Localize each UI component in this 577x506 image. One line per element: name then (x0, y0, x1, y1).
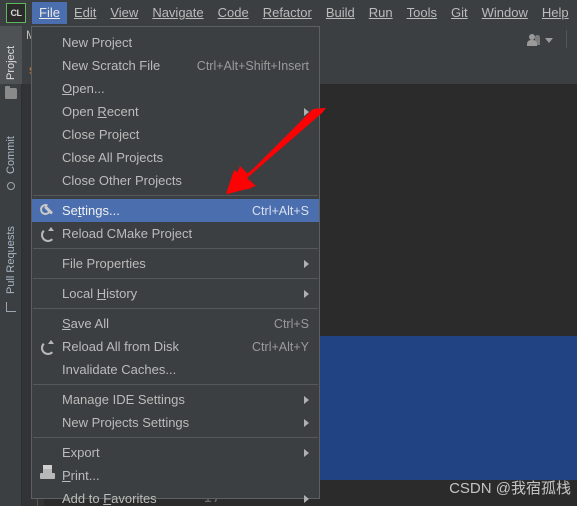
menubar-label-tools: Tools (406, 5, 437, 20)
menu-item-file-properties[interactable]: File Properties (32, 252, 319, 275)
menubar-label-run: Run (368, 5, 393, 20)
menu-label: Reload CMake Project (62, 226, 193, 241)
submenu-arrow-icon (304, 289, 309, 298)
menu-label: Local History (62, 286, 138, 301)
menu-separator (33, 195, 318, 196)
menubar-item-help[interactable]: Help (535, 2, 576, 24)
sidebar-item-project[interactable]: Project (0, 26, 22, 84)
menu-accelerator: Ctrl+Alt+Y (252, 339, 309, 354)
menu-separator (33, 278, 318, 279)
avatar-icon (527, 34, 541, 46)
menu-item-add-to-favorites[interactable]: Add to Favorites (32, 487, 319, 506)
menubar-label-navigate: Navigate (152, 5, 204, 20)
menubar-item-run[interactable]: Run (362, 2, 400, 24)
folder-icon (5, 86, 17, 99)
header-divider (566, 30, 567, 48)
menu-item-reload-cmake-project[interactable]: Reload CMake Project (32, 222, 319, 245)
menu-label: New Projects Settings (62, 415, 190, 430)
menubar-item-git[interactable]: Git (444, 2, 475, 24)
menu-item-manage-ide-settings[interactable]: Manage IDE Settings (32, 388, 319, 411)
menu-label: Invalidate Caches... (62, 362, 177, 377)
menu-label: Reload All from Disk (62, 339, 180, 354)
menubar-label-refactor: Refactor (262, 5, 312, 20)
menubar-label-git: Git (450, 5, 468, 20)
menubar-label-build: Build (325, 5, 355, 20)
menu-label: Print... (62, 468, 100, 483)
menu-item-new-projects-settings[interactable]: New Projects Settings (32, 411, 319, 434)
menu-item-reload-all-from-disk[interactable]: Reload All from Disk Ctrl+Alt+Y (32, 335, 319, 358)
submenu-arrow-icon (304, 418, 309, 427)
sidebar-label-commit: Commit (5, 136, 17, 174)
menu-item-close-other-projects[interactable]: Close Other Projects (32, 169, 319, 192)
commit-icon (7, 182, 15, 190)
menu-separator (33, 248, 318, 249)
submenu-arrow-icon (304, 494, 309, 503)
menu-label: Save All (62, 316, 109, 331)
menu-item-local-history[interactable]: Local History (32, 282, 319, 305)
menu-label: New Project (62, 35, 133, 50)
menu-item-invalidate-caches[interactable]: Invalidate Caches... (32, 358, 319, 381)
menu-accelerator: Ctrl+Alt+S (252, 203, 309, 218)
submenu-arrow-icon (304, 448, 309, 457)
menubar-item-build[interactable]: Build (319, 2, 362, 24)
menu-item-close-project[interactable]: Close Project (32, 123, 319, 146)
menubar-item-navigate[interactable]: Navigate (145, 2, 210, 24)
menu-item-new-project[interactable]: New Project (32, 31, 319, 54)
pull-request-icon (6, 302, 16, 312)
menubar-item-edit[interactable]: Edit (67, 2, 103, 24)
menu-label: Open... (62, 81, 105, 96)
menu-label: Add to Favorites (62, 491, 157, 506)
menubar-label-code: Code (217, 5, 249, 20)
menu-item-print[interactable]: Print... (32, 464, 319, 487)
menu-item-export[interactable]: Export (32, 441, 319, 464)
csdn-watermark: CSDN @我宿孤栈 (449, 480, 571, 497)
menu-label: Close Project (62, 127, 140, 142)
menu-separator (33, 384, 318, 385)
menu-label: File Properties (62, 256, 146, 271)
menubar-label-file: File (39, 5, 60, 20)
sidebar-label-project: Project (5, 45, 17, 80)
main-menu-bar: CL File Edit View Navigate Code Refactor… (0, 0, 577, 26)
menu-label: Manage IDE Settings (62, 392, 185, 407)
menubar-label-window: Window (481, 5, 528, 20)
menu-item-open-recent[interactable]: Open Recent (32, 100, 319, 123)
menubar-label-view: View (110, 5, 139, 20)
file-menu-dropdown: New Project New Scratch File Ctrl+Alt+Sh… (31, 26, 320, 506)
menu-label: Open Recent (62, 104, 139, 119)
chevron-down-icon[interactable] (545, 37, 553, 43)
menubar-label-help: Help (541, 5, 569, 20)
menubar-item-view[interactable]: View (103, 2, 145, 24)
menu-label: New Scratch File (62, 58, 161, 73)
sidebar-item-commit[interactable]: Commit (0, 116, 22, 178)
account-widget[interactable] (527, 34, 553, 46)
submenu-arrow-icon (304, 107, 309, 116)
left-tool-strip: Project Commit Pull Requests (0, 26, 22, 506)
menu-separator (33, 308, 318, 309)
menu-label: Settings... (62, 203, 120, 218)
sidebar-label-pull-requests: Pull Requests (5, 226, 17, 294)
menu-item-new-scratch-file[interactable]: New Scratch File Ctrl+Alt+Shift+Insert (32, 54, 319, 77)
clion-window: CL File Edit View Navigate Code Refactor… (0, 0, 577, 506)
menu-label: Close All Projects (62, 150, 164, 165)
menu-accelerator: Ctrl+S (273, 316, 309, 331)
menubar-item-file[interactable]: File (32, 2, 67, 24)
menu-item-open[interactable]: Open... (32, 77, 319, 100)
clion-logo-icon: CL (6, 3, 26, 23)
menu-accelerator: Ctrl+Alt+Shift+Insert (196, 58, 309, 73)
menubar-label-edit: Edit (73, 5, 97, 20)
menubar-item-window[interactable]: Window (475, 2, 535, 24)
submenu-arrow-icon (304, 259, 309, 268)
menu-item-save-all[interactable]: Save All Ctrl+S (32, 312, 319, 335)
menubar-item-refactor[interactable]: Refactor (256, 2, 319, 24)
menu-separator (33, 437, 318, 438)
menubar-item-code[interactable]: Code (211, 2, 256, 24)
menubar-item-tools[interactable]: Tools (400, 2, 444, 24)
submenu-arrow-icon (304, 395, 309, 404)
menu-label: Export (62, 445, 100, 460)
menu-item-close-all-projects[interactable]: Close All Projects (32, 146, 319, 169)
menu-label: Close Other Projects (62, 173, 182, 188)
menu-item-settings[interactable]: Settings... Ctrl+Alt+S (32, 199, 319, 222)
sidebar-item-pull-requests[interactable]: Pull Requests (0, 206, 22, 298)
